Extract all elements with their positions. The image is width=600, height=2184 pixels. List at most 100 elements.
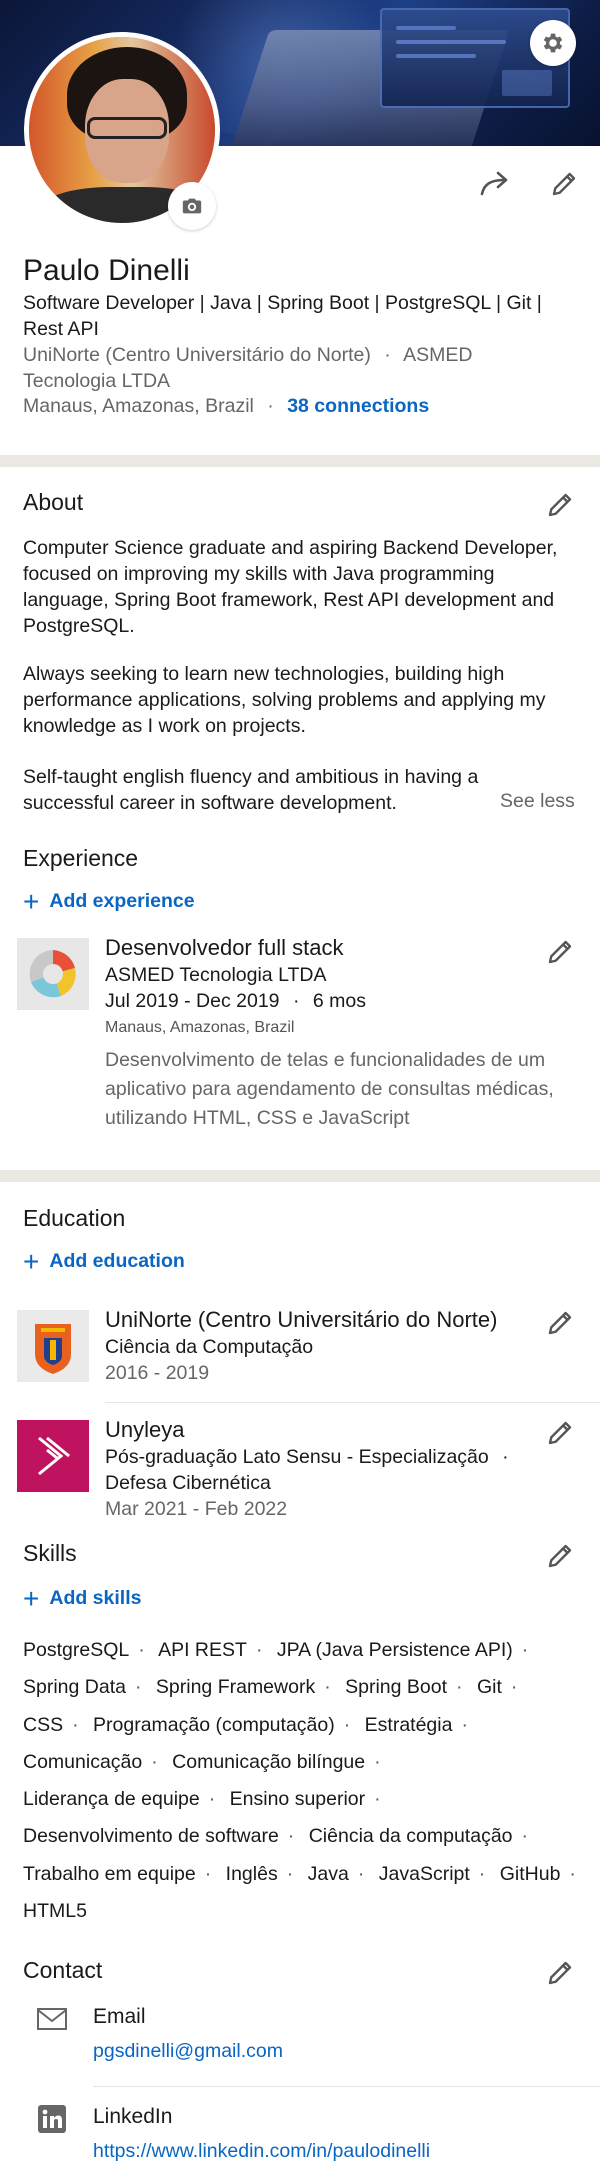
- skill-item[interactable]: CSS: [23, 1714, 63, 1736]
- settings-button[interactable]: [530, 20, 576, 66]
- separator-dot: ·: [72, 1713, 79, 1736]
- skill-item[interactable]: Trabalho em equipe: [23, 1863, 196, 1885]
- asmed-logo[interactable]: [17, 938, 89, 1010]
- entry-divider: [105, 1402, 600, 1403]
- education-title: Education: [23, 1205, 126, 1231]
- section-divider: [0, 455, 600, 467]
- experience-description: Desenvolvimento de telas e funcionalidad…: [105, 1049, 554, 1129]
- about-paragraph-3: Self-taught english fluency and ambitiou…: [23, 766, 479, 814]
- separator-dot: ·: [478, 1862, 486, 1885]
- skill-item[interactable]: Ciência da computação: [309, 1825, 513, 1847]
- experience-title: Experience: [23, 845, 139, 871]
- separator-dot: ·: [521, 1639, 529, 1661]
- edit-intro-button[interactable]: [544, 164, 584, 204]
- skill-item[interactable]: Comunicação bilíngue: [172, 1751, 365, 1773]
- share-arrow-icon: [480, 171, 508, 196]
- education-field: Defesa Cibernética: [105, 1472, 271, 1494]
- section-divider: [0, 1170, 600, 1182]
- unyleya-logo[interactable]: [17, 1420, 89, 1492]
- profile-location-line: Manaus, Amazonas, Brazil · 38 connection…: [23, 393, 429, 419]
- edit-education-button[interactable]: [540, 1303, 580, 1343]
- pencil-icon: [552, 172, 576, 196]
- add-skills-label: Add skills: [49, 1587, 142, 1609]
- experience-location: Manaus, Amazonas, Brazil: [105, 1019, 295, 1036]
- separator-dot: ·: [208, 1788, 216, 1811]
- separator-dot: ·: [134, 1676, 142, 1699]
- add-experience-label: Add experience: [49, 890, 195, 912]
- plus-icon: +: [23, 1582, 40, 1614]
- edit-experience-button[interactable]: [540, 932, 580, 972]
- education-dates: 2016 - 2019: [105, 1362, 210, 1384]
- skill-item[interactable]: Spring Framework: [156, 1676, 315, 1698]
- connections-link[interactable]: 38 connections: [287, 395, 429, 417]
- experience-dates-line: Jul 2019 - Dec 2019 · 6 mos: [105, 988, 366, 1014]
- change-photo-button[interactable]: [168, 182, 216, 230]
- email-label: Email: [93, 2005, 146, 2028]
- skill-item[interactable]: Liderança de equipe: [23, 1788, 200, 1810]
- pencil-icon: [548, 940, 572, 964]
- separator-dot: ·: [138, 1639, 145, 1661]
- envelope-icon: [36, 2003, 68, 2035]
- skill-item[interactable]: Ensino superior: [230, 1788, 366, 1810]
- plus-icon: +: [23, 1245, 40, 1277]
- asmed-logo-graphic: [29, 950, 76, 998]
- experience-company: ASMED Tecnologia LTDA: [105, 964, 327, 986]
- separator-dot: ·: [267, 395, 274, 417]
- pencil-icon: [548, 493, 572, 517]
- plus-icon: +: [23, 885, 40, 917]
- skill-item[interactable]: Inglês: [226, 1863, 278, 1885]
- unyleya-logo-graphic: [38, 1436, 70, 1476]
- gear-icon: [543, 33, 563, 53]
- separator-dot: ·: [324, 1676, 331, 1699]
- skill-item[interactable]: Programação (computação): [93, 1714, 335, 1736]
- linkedin-link[interactable]: https://www.linkedin.com/in/paulodinelli: [93, 2140, 430, 2163]
- separator-dot: ·: [456, 1676, 463, 1699]
- experience-duration: 6 mos: [312, 990, 366, 1012]
- separator-dot: ·: [502, 1446, 509, 1468]
- education-dates: Mar 2021 - Feb 2022: [105, 1498, 288, 1520]
- skill-item[interactable]: API REST: [158, 1639, 247, 1661]
- edit-education-button[interactable]: [540, 1413, 580, 1453]
- uninorte-logo-graphic: [35, 1324, 71, 1374]
- skill-item[interactable]: Git: [477, 1676, 502, 1698]
- pencil-icon: [548, 1311, 572, 1335]
- edit-about-button[interactable]: [540, 485, 580, 525]
- education-school-name: Unyleya: [105, 1417, 185, 1442]
- linkedin-icon: [36, 2103, 68, 2135]
- skill-item[interactable]: Spring Boot: [345, 1676, 447, 1698]
- email-link[interactable]: pgsdinelli@gmail.com: [93, 2040, 283, 2063]
- skill-item[interactable]: GitHub: [500, 1863, 561, 1885]
- separator-dot: ·: [461, 1713, 468, 1736]
- education-degree-line: Pós-graduação Lato Sensu - Especializaçã…: [105, 1444, 517, 1470]
- edit-contact-button[interactable]: [540, 1953, 580, 1993]
- see-less-button[interactable]: See less: [500, 790, 575, 813]
- experience-job-title: Desenvolvedor full stack: [105, 935, 344, 960]
- skill-item[interactable]: Java: [308, 1863, 349, 1885]
- skill-item[interactable]: Spring Data: [23, 1676, 126, 1698]
- separator-dot: ·: [374, 1750, 381, 1773]
- skill-item[interactable]: JavaScript: [379, 1863, 470, 1885]
- add-experience-button[interactable]: + Add experience: [23, 885, 195, 917]
- separator-dot: ·: [287, 1825, 295, 1848]
- uninorte-logo[interactable]: [17, 1310, 89, 1382]
- pencil-icon: [548, 1961, 572, 1985]
- profile-school[interactable]: UniNorte (Centro Universitário do Norte): [23, 344, 371, 366]
- separator-dot: ·: [510, 1676, 518, 1699]
- skill-item[interactable]: PostgreSQL: [23, 1639, 129, 1661]
- separator-dot: ·: [292, 990, 300, 1012]
- profile-headline: Software Developer | Java | Spring Boot …: [23, 292, 542, 340]
- skill-item[interactable]: Comunicação: [23, 1751, 142, 1773]
- skill-item[interactable]: HTML5: [23, 1900, 87, 1922]
- separator-dot: ·: [151, 1750, 158, 1773]
- camera-icon: [182, 198, 202, 214]
- add-skills-button[interactable]: + Add skills: [23, 1582, 142, 1614]
- add-education-button[interactable]: + Add education: [23, 1245, 185, 1277]
- skill-item[interactable]: JPA (Java Persistence API): [277, 1639, 513, 1661]
- separator-dot: ·: [286, 1862, 294, 1885]
- education-school-name: UniNorte (Centro Universitário do Norte): [105, 1307, 498, 1332]
- skill-item[interactable]: Desenvolvimento de software: [23, 1825, 279, 1847]
- separator-dot: ·: [384, 344, 391, 366]
- skill-item[interactable]: Estratégia: [365, 1714, 453, 1736]
- share-profile-button[interactable]: [476, 164, 516, 204]
- edit-skills-button[interactable]: [540, 1536, 580, 1576]
